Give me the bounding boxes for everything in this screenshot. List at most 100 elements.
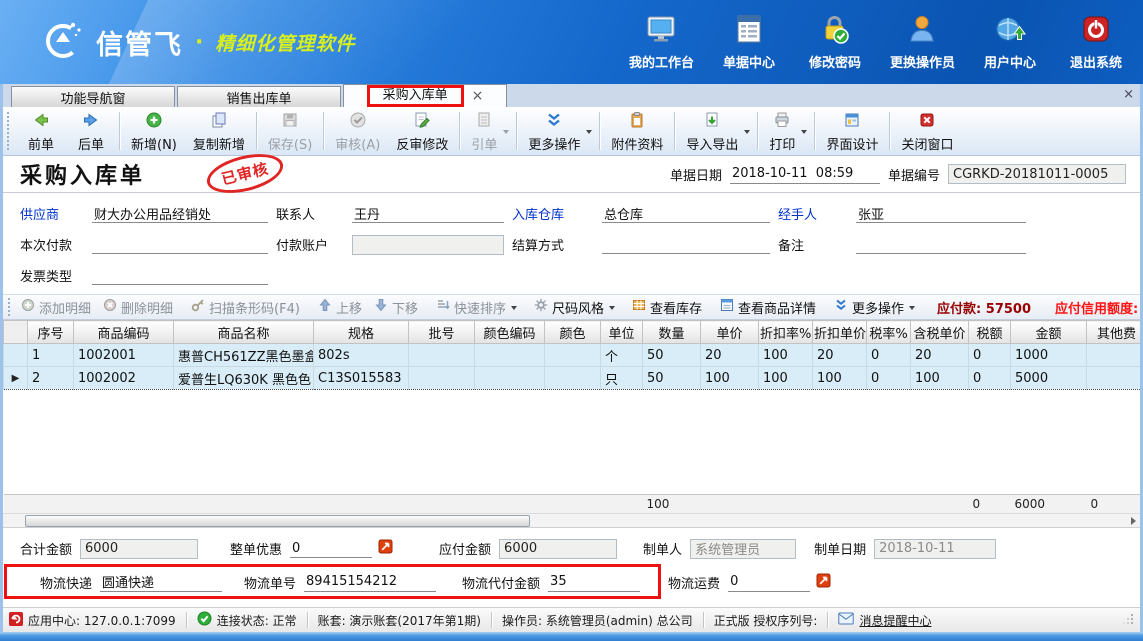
grid-cell[interactable]: 5000 xyxy=(1011,367,1087,390)
column-header[interactable]: 税率% xyxy=(867,321,911,344)
settle-input[interactable] xyxy=(602,235,770,254)
column-header[interactable]: 规格 xyxy=(314,321,409,344)
grid-cell[interactable]: 2 xyxy=(28,367,74,390)
view-stock-button[interactable]: 查看库存 xyxy=(627,298,707,317)
grid-cell[interactable] xyxy=(1087,367,1141,390)
tab-close-icon[interactable]: × xyxy=(472,89,484,103)
column-header[interactable]: 其他费 xyxy=(1087,321,1141,344)
grid-cell[interactable] xyxy=(409,344,475,367)
resize-grip[interactable] xyxy=(1122,613,1134,628)
audit-button[interactable]: 审核(A) xyxy=(327,109,388,154)
grid-cell[interactable] xyxy=(475,367,545,390)
scrollbar-thumb[interactable] xyxy=(25,515,530,527)
table-row[interactable]: ▶21002002爱普生LQ630K 黑色色C13S015583只5010010… xyxy=(4,367,1141,390)
horizontal-scrollbar[interactable] xyxy=(3,513,1140,528)
grid-cell[interactable]: 0 xyxy=(867,344,911,367)
grid-cell[interactable]: 802s xyxy=(314,344,409,367)
copy-new-button[interactable]: 复制新增 xyxy=(185,109,253,154)
change-password-button[interactable]: 修改密码 xyxy=(804,13,866,71)
order-discount-input[interactable] xyxy=(290,539,372,558)
attachments-button[interactable]: 附件资料 xyxy=(603,109,671,154)
quick-sort-button[interactable]: 快速排序 xyxy=(431,298,521,317)
move-up-button[interactable]: 上移 xyxy=(313,298,367,317)
move-down-button[interactable]: 下移 xyxy=(369,298,423,317)
column-header[interactable]: 税额 xyxy=(969,321,1011,344)
grid-cell[interactable]: 1 xyxy=(28,344,74,367)
user-center-button[interactable]: 用户中心 xyxy=(979,13,1041,71)
print-button[interactable]: 打印 xyxy=(761,109,811,154)
column-header[interactable]: 单位 xyxy=(601,321,643,344)
next-doc-button[interactable]: 后单 xyxy=(66,109,116,154)
grid-cell[interactable]: 100 xyxy=(759,344,813,367)
grid-cell[interactable]: 0 xyxy=(867,367,911,390)
add-detail-button[interactable]: 添加明细 xyxy=(16,298,96,317)
pull-doc-button[interactable]: 引单 xyxy=(463,109,513,154)
tabstrip-close-icon[interactable]: × xyxy=(1123,87,1134,102)
grid-cell[interactable]: 20 xyxy=(911,344,969,367)
column-header[interactable]: 折扣单价 xyxy=(813,321,867,344)
grid-cell[interactable] xyxy=(545,344,601,367)
grid-cell[interactable]: 50 xyxy=(643,367,701,390)
new-doc-button[interactable]: 新增(N) xyxy=(123,109,185,154)
grid-cell[interactable]: 20 xyxy=(813,344,867,367)
grid-cell[interactable] xyxy=(1087,344,1141,367)
column-header[interactable]: 商品名称 xyxy=(174,321,314,344)
column-header[interactable]: 颜色编码 xyxy=(475,321,545,344)
grid-cell[interactable] xyxy=(545,367,601,390)
grid-cell[interactable]: 100 xyxy=(911,367,969,390)
grid-cell[interactable]: 50 xyxy=(643,344,701,367)
view-product-detail-button[interactable]: 查看商品详情 xyxy=(715,298,821,317)
selected-row-indicator[interactable]: ▶ xyxy=(4,367,28,390)
delete-detail-button[interactable]: 删除明细 xyxy=(98,298,178,317)
cod-amount-input[interactable] xyxy=(548,573,640,592)
column-header[interactable]: 商品编码 xyxy=(74,321,174,344)
grid-cell[interactable]: 20 xyxy=(701,344,759,367)
express-input[interactable] xyxy=(100,573,222,592)
grid-cell[interactable]: 100 xyxy=(759,367,813,390)
row-indicator[interactable] xyxy=(4,344,28,367)
doc-date-input[interactable] xyxy=(730,165,880,184)
my-workbench-button[interactable]: 我的工作台 xyxy=(629,13,694,71)
scan-barcode-button[interactable]: 扫描条形码(F4) xyxy=(186,298,305,317)
ui-design-button[interactable]: 界面设计 xyxy=(818,109,886,154)
edit-discount-icon[interactable] xyxy=(378,539,393,558)
more-actions-button[interactable]: 更多操作 xyxy=(520,109,596,154)
grid-cell[interactable] xyxy=(475,344,545,367)
grid-cell[interactable]: 1002002 xyxy=(74,367,174,390)
tracking-no-input[interactable] xyxy=(304,573,436,592)
tab-purchase-inbound[interactable]: 采购入库单 × xyxy=(343,84,507,107)
tab-function-nav[interactable]: 功能导航窗 xyxy=(11,86,175,107)
document-center-button[interactable]: 单据中心 xyxy=(718,13,780,71)
contact-input[interactable] xyxy=(352,204,504,223)
grid-cell[interactable]: C13S015583 xyxy=(314,367,409,390)
grid-cell[interactable] xyxy=(409,367,475,390)
unaudit-button[interactable]: 反审修改 xyxy=(388,109,456,154)
column-header[interactable]: 批号 xyxy=(409,321,475,344)
switch-operator-button[interactable]: 更换操作员 xyxy=(890,13,955,71)
remark-input[interactable] xyxy=(856,235,1026,254)
grid-cell[interactable]: 1000 xyxy=(1011,344,1087,367)
column-header[interactable]: 单价 xyxy=(701,321,759,344)
grid-cell[interactable]: 100 xyxy=(701,367,759,390)
tab-sales-outbound[interactable]: 销售出库单 xyxy=(177,86,341,107)
grid-cell[interactable]: 个 xyxy=(601,344,643,367)
grid-cell[interactable]: 爱普生LQ630K 黑色色 xyxy=(174,367,314,390)
grid-cell[interactable]: 0 xyxy=(969,344,1011,367)
column-header[interactable]: 序号 xyxy=(28,321,74,344)
grid-cell[interactable]: 0 xyxy=(969,367,1011,390)
grid-cell[interactable]: 1002001 xyxy=(74,344,174,367)
invoice-type-input[interactable] xyxy=(92,266,268,285)
warehouse-input[interactable] xyxy=(602,204,770,223)
prev-doc-button[interactable]: 前单 xyxy=(16,109,66,154)
column-header[interactable]: 含税单价 xyxy=(911,321,969,344)
save-button[interactable]: 保存(S) xyxy=(260,109,320,154)
column-header[interactable]: 颜色 xyxy=(545,321,601,344)
supplier-input[interactable] xyxy=(92,204,268,223)
handler-input[interactable] xyxy=(856,204,1026,223)
grid-more-actions-button[interactable]: 更多操作 xyxy=(829,298,919,317)
size-style-button[interactable]: 尺码风格 xyxy=(529,298,619,317)
grid-cell[interactable]: 只 xyxy=(601,367,643,390)
payment-input[interactable] xyxy=(92,235,268,254)
column-header[interactable]: 数量 xyxy=(643,321,701,344)
column-header[interactable]: 金额 xyxy=(1011,321,1087,344)
